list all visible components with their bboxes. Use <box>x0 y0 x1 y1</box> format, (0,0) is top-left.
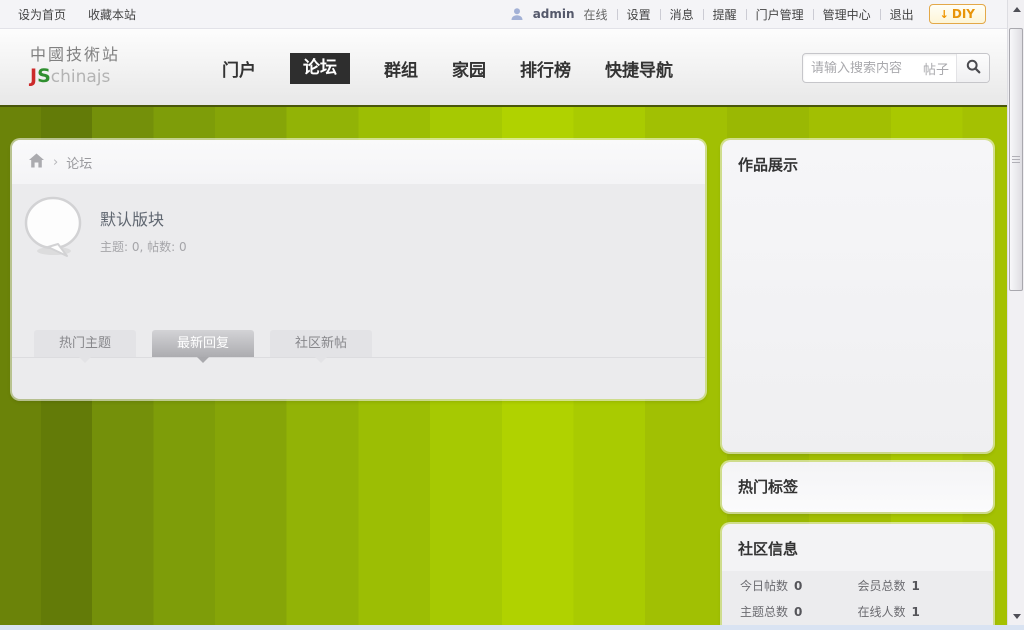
nav-item-forum[interactable]: 论坛 <box>290 52 350 84</box>
topbar-right: admin 在线 设置 消息 提醒 门户管理 管理中心 退出 ↓ DIY <box>510 4 986 24</box>
topbar-left: 设为首页 收藏本站 <box>18 6 136 23</box>
breadcrumb-forum-link[interactable]: 论坛 <box>66 153 92 172</box>
set-homepage-link[interactable]: 设为首页 <box>18 6 66 23</box>
site-header: 中國技術站 JSchinajs 门户 论坛 群组 家园 排行榜 快捷导航 帖子 <box>0 29 1024 107</box>
portal-admin-link[interactable]: 门户管理 <box>756 6 804 23</box>
logo-text-en: JSchinajs <box>30 65 111 87</box>
divider <box>659 8 661 20</box>
scroll-up-icon <box>1012 6 1021 12</box>
community-info-title: 社区信息 <box>738 540 799 558</box>
user-icon <box>510 7 524 21</box>
forum-row: 默认版块 主题: 0, 帖数: 0 <box>12 184 705 260</box>
community-info-panel: 社区信息 今日帖数0 会员总数1 主题总数0 在线人数1 帖子总数0 在线会员1 <box>722 524 993 630</box>
forum-speech-bubble-icon[interactable] <box>24 196 84 260</box>
tab-hot-topics[interactable]: 热门主题 <box>34 330 137 363</box>
hot-tags-panel: 热门标签 <box>722 462 993 512</box>
tab-new-posts[interactable]: 社区新帖 <box>270 330 373 363</box>
nav-item-portal[interactable]: 门户 <box>222 56 256 81</box>
community-stats: 今日帖数0 会员总数1 主题总数0 在线人数1 帖子总数0 在线会员1 <box>722 571 993 630</box>
search-box: 帖子 <box>802 53 990 83</box>
hot-tags-panel-title: 热门标签 <box>738 478 799 496</box>
divider <box>616 8 618 20</box>
logout-link[interactable]: 退出 <box>890 6 914 23</box>
diy-label: DIY <box>951 7 975 21</box>
scroll-up-button[interactable] <box>1008 1 1024 17</box>
nav-item-groups[interactable]: 群组 <box>384 56 418 81</box>
nav-item-ranking[interactable]: 排行榜 <box>520 56 571 81</box>
site-logo[interactable]: 中國技術站 JSchinajs <box>30 45 120 89</box>
topbar: 设为首页 收藏本站 admin 在线 设置 消息 提醒 门户管理 管理中心 退出… <box>0 0 1024 29</box>
divider <box>702 8 704 20</box>
messages-link[interactable]: 消息 <box>670 6 694 23</box>
scroll-down-icon <box>1012 613 1021 619</box>
notifications-link[interactable]: 提醒 <box>713 6 737 23</box>
scroll-down-button[interactable] <box>1008 608 1024 624</box>
works-panel-title: 作品展示 <box>738 156 799 174</box>
divider <box>812 8 814 20</box>
vertical-scrollbar[interactable] <box>1007 0 1024 630</box>
nav-item-quick-nav[interactable]: 快捷导航 <box>605 56 673 81</box>
username-link[interactable]: admin <box>533 7 575 21</box>
online-status-link[interactable]: 在线 <box>584 6 608 23</box>
tab-latest-replies[interactable]: 最新回复 <box>152 330 255 363</box>
search-icon <box>966 59 981 77</box>
logo-text-cn: 中國技術站 <box>30 45 121 64</box>
window-bottom-edge <box>0 625 1024 630</box>
content-area: › 论坛 默认版块 主题: 0, 帖数: 0 热门主题 最新回复 社区新帖 作品… <box>0 107 1024 630</box>
settings-link[interactable]: 设置 <box>627 6 651 23</box>
stat-total-topics: 主题总数 0 <box>740 605 803 619</box>
breadcrumb-separator: › <box>53 154 59 170</box>
nav-item-home[interactable]: 家园 <box>452 56 486 81</box>
bookmark-site-link[interactable]: 收藏本站 <box>88 6 136 23</box>
divider <box>745 8 747 20</box>
forum-stats: 主题: 0, 帖数: 0 <box>100 240 187 254</box>
main-forum-panel: › 论坛 默认版块 主题: 0, 帖数: 0 热门主题 最新回复 社区新帖 <box>12 140 705 399</box>
breadcrumb: › 论坛 <box>12 140 705 184</box>
search-input[interactable] <box>803 60 916 76</box>
stat-total-members: 会员总数 1 <box>857 579 920 593</box>
scrollbar-thumb[interactable] <box>1009 28 1023 291</box>
search-scope-dropdown[interactable]: 帖子 <box>916 59 956 78</box>
diy-arrow-icon: ↓ <box>939 7 949 21</box>
diy-button[interactable]: ↓ DIY <box>928 4 986 24</box>
search-button[interactable] <box>956 54 989 82</box>
tabbar: 热门主题 最新回复 社区新帖 <box>12 330 705 363</box>
works-panel: 作品展示 <box>722 140 993 452</box>
main-nav: 门户 论坛 群组 家园 排行榜 快捷导航 <box>222 50 673 86</box>
stat-online-users: 在线人数 1 <box>857 605 920 619</box>
forum-title-link[interactable]: 默认版块 <box>100 206 187 230</box>
home-icon[interactable] <box>28 153 45 172</box>
stat-today-posts: 今日帖数 0 <box>740 579 803 593</box>
admin-center-link[interactable]: 管理中心 <box>823 6 871 23</box>
divider <box>879 8 881 20</box>
forum-text: 默认版块 主题: 0, 帖数: 0 <box>100 196 187 260</box>
